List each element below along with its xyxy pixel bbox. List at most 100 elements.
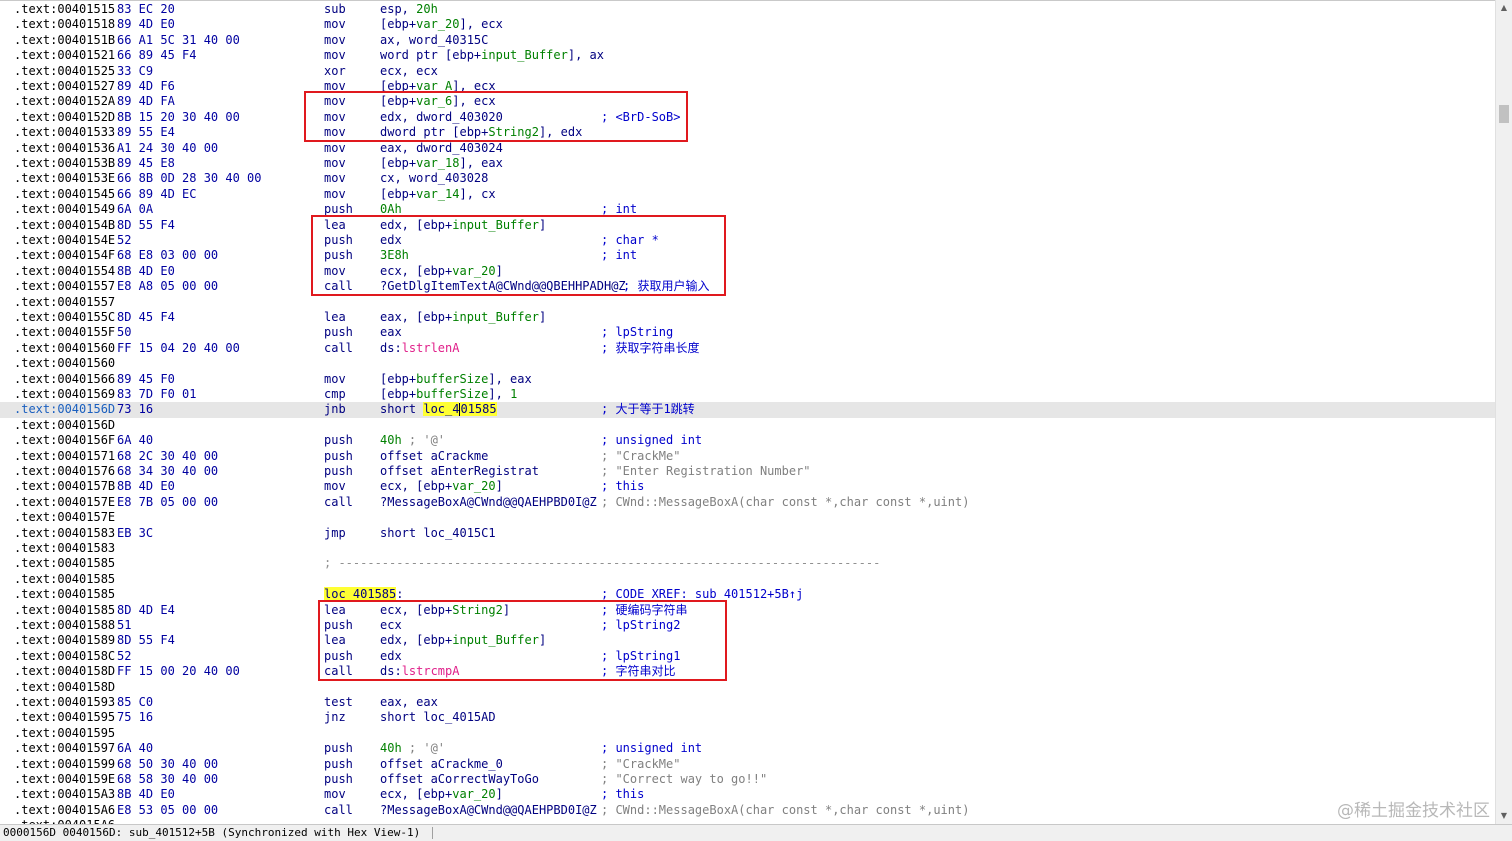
operand-part[interactable]: String2 bbox=[452, 603, 503, 617]
code-line[interactable]: .text:00401557 bbox=[0, 295, 1495, 310]
address[interactable]: .text:00401571 bbox=[14, 449, 115, 464]
operand-part[interactable]: edx, [ebp+ bbox=[380, 218, 452, 232]
operands[interactable]: offset aCrackme_0 bbox=[380, 757, 503, 772]
address[interactable]: .text:00401549 bbox=[14, 202, 115, 217]
mnemonic[interactable]: push bbox=[324, 464, 353, 479]
address[interactable]: .text:0040159E bbox=[14, 772, 115, 787]
operand-part[interactable]: var_A bbox=[416, 79, 452, 93]
code-line[interactable]: .text:0040159E 68 58 30 40 00 push offset a… bbox=[0, 772, 1495, 787]
operand-part[interactable]: edx, dword_403020 bbox=[380, 110, 503, 124]
operands[interactable]: 3E8h bbox=[380, 248, 409, 263]
code-line[interactable]: .text:00401533 89 55 E4 mov dword ptr [ebp+… bbox=[0, 125, 1495, 140]
code-line[interactable]: .text:00401576 68 34 30 40 00 push offset a… bbox=[0, 464, 1495, 479]
operand-part[interactable]: short loc_4015AD bbox=[380, 710, 496, 724]
operands[interactable]: ?MessageBoxA@CWnd@@QAEHPBD0I@Z bbox=[380, 803, 597, 818]
operand-part[interactable]: ], eax bbox=[459, 156, 502, 170]
address[interactable]: .text:0040157E bbox=[14, 510, 115, 525]
operand-part[interactable]: edx bbox=[380, 233, 402, 247]
operand-part[interactable]: var_14 bbox=[416, 187, 459, 201]
operand-part[interactable]: ecx, [ebp+ bbox=[380, 264, 452, 278]
operand-part[interactable]: ds: bbox=[380, 341, 402, 355]
code-line[interactable]: .text:00401545 66 89 4D EC mov [ebp+var_14]… bbox=[0, 187, 1495, 202]
mnemonic[interactable]: call bbox=[324, 279, 353, 294]
code-line[interactable]: .text:00401515 83 EC 20 sub esp, 20h bbox=[0, 2, 1495, 17]
code-line[interactable]: .text:0040156D 73 16 jnb short loc_401585 ; … bbox=[0, 402, 1495, 418]
mnemonic[interactable]: mov bbox=[324, 264, 346, 279]
mnemonic[interactable]: mov bbox=[324, 787, 346, 802]
mnemonic[interactable]: mov bbox=[324, 17, 346, 32]
operand-part[interactable]: ds: bbox=[380, 664, 402, 678]
operands[interactable]: eax, dword_403024 bbox=[380, 141, 503, 156]
operands[interactable]: short loc_4015AD bbox=[380, 710, 496, 725]
code-line[interactable]: .text:00401518 89 4D E0 mov [ebp+var_20], e… bbox=[0, 17, 1495, 32]
operand-part[interactable]: input_Buffer bbox=[452, 218, 539, 232]
code-line[interactable]: .text:00401595 75 16 jnz short loc_4015AD bbox=[0, 710, 1495, 725]
operand-part[interactable]: ecx bbox=[380, 618, 402, 632]
code-line[interactable]: .text:0040152A 89 4D FA mov [ebp+var_6], ec… bbox=[0, 94, 1495, 109]
code-label[interactable]: loc_401585: bbox=[324, 587, 403, 602]
operand-part[interactable]: var_6 bbox=[416, 94, 452, 108]
operand-part[interactable]: var_20 bbox=[416, 17, 459, 31]
operands[interactable]: [ebp+var_14], cx bbox=[380, 187, 496, 202]
operands[interactable]: 0Ah bbox=[380, 202, 402, 217]
mnemonic[interactable]: mov bbox=[324, 110, 346, 125]
code-line[interactable]: .text:0040158D FF 15 00 20 40 00 call ds:ls… bbox=[0, 664, 1495, 679]
operand-part[interactable]: ] bbox=[496, 264, 503, 278]
code-line[interactable]: .text:00401554 8B 4D E0 mov ecx, [ebp+var_2… bbox=[0, 264, 1495, 279]
address[interactable]: .text:00401595 bbox=[14, 710, 115, 725]
mnemonic[interactable]: mov bbox=[324, 372, 346, 387]
code-line[interactable]: .text:0040151B 66 A1 5C 31 40 00 mov ax, wo… bbox=[0, 33, 1495, 48]
operand-part[interactable]: input_Buffer bbox=[481, 48, 568, 62]
code-line[interactable]: .text:00401585 bbox=[0, 572, 1495, 587]
operand-part[interactable]: dword ptr [ebp+ bbox=[380, 125, 488, 139]
operands[interactable]: edx bbox=[380, 649, 402, 664]
vertical-scrollbar[interactable]: ▲ ▼ bbox=[1495, 0, 1512, 824]
operand-part[interactable]: 01585 bbox=[460, 402, 497, 417]
code-line[interactable]: .text:00401583 EB 3C jmp short loc_4015C1 bbox=[0, 526, 1495, 541]
operands[interactable]: short loc_4015C1 bbox=[380, 526, 496, 541]
operand-part[interactable]: offset aEnterRegistrat bbox=[380, 464, 539, 478]
code-line[interactable]: .text:00401585 8D 4D E4 lea ecx, [ebp+Strin… bbox=[0, 603, 1495, 618]
code-line[interactable]: .text:00401583 bbox=[0, 541, 1495, 556]
operands[interactable]: cx, word_403028 bbox=[380, 171, 488, 186]
label-name[interactable]: loc_401585 bbox=[324, 587, 397, 602]
scroll-thumb[interactable] bbox=[1499, 105, 1509, 123]
operand-part[interactable]: 20h bbox=[416, 2, 438, 16]
mnemonic[interactable]: lea bbox=[324, 310, 346, 325]
address[interactable]: .text:0040153B bbox=[14, 156, 115, 171]
address[interactable]: .text:00401560 bbox=[14, 356, 115, 371]
code-line[interactable]: .text:00401549 6A 0A push 0Ah ; int bbox=[0, 202, 1495, 217]
address[interactable]: .text:00401569 bbox=[14, 387, 115, 402]
address[interactable]: .text:0040157E bbox=[14, 495, 115, 510]
mnemonic[interactable]: call bbox=[324, 803, 353, 818]
code-line[interactable]: .text:0040157E bbox=[0, 510, 1495, 525]
operand-part[interactable]: [ebp+ bbox=[380, 156, 416, 170]
mnemonic[interactable]: push bbox=[324, 325, 353, 340]
address[interactable]: .text:00401583 bbox=[14, 541, 115, 556]
code-line[interactable]: .text:0040153B 89 45 E8 mov [ebp+var_18], e… bbox=[0, 156, 1495, 171]
operands[interactable]: [ebp+bufferSize], eax bbox=[380, 372, 532, 387]
code-line[interactable]: .text:0040152D 8B 15 20 30 40 00 mov edx, d… bbox=[0, 110, 1495, 125]
code-line[interactable]: .text:00401589 8D 55 F4 lea edx, [ebp+input… bbox=[0, 633, 1495, 648]
operand-part[interactable]: [ebp+ bbox=[380, 79, 416, 93]
operands[interactable]: ecx, [ebp+var_20] bbox=[380, 479, 503, 494]
mnemonic[interactable]: mov bbox=[324, 156, 346, 171]
operand-part[interactable]: short loc_4015C1 bbox=[380, 526, 496, 540]
code-line[interactable]: .text:00401593 85 C0 test eax, eax bbox=[0, 695, 1495, 710]
address[interactable]: .text:00401521 bbox=[14, 48, 115, 63]
code-line[interactable]: .text:00401566 89 45 F0 mov [ebp+bufferSize… bbox=[0, 372, 1495, 387]
operands[interactable]: 40h ; '@' bbox=[380, 741, 445, 756]
address[interactable]: .text:00401533 bbox=[14, 125, 115, 140]
operands[interactable]: eax, eax bbox=[380, 695, 438, 710]
mnemonic[interactable]: jmp bbox=[324, 526, 346, 541]
operand-part[interactable]: ] bbox=[539, 218, 546, 232]
operand-part[interactable]: offset aCrackme bbox=[380, 449, 488, 463]
operand-part[interactable]: [ebp+ bbox=[380, 17, 416, 31]
address[interactable]: .text:0040155F bbox=[14, 325, 115, 340]
operands[interactable]: eax bbox=[380, 325, 402, 340]
address[interactable]: .text:00401566 bbox=[14, 372, 115, 387]
address[interactable]: .text:00401527 bbox=[14, 79, 115, 94]
operands[interactable]: ecx, ecx bbox=[380, 64, 438, 79]
operand-part[interactable]: edx, [ebp+ bbox=[380, 633, 452, 647]
operand-part[interactable]: ?MessageBoxA@CWnd@@QAEHPBD0I@Z bbox=[380, 803, 597, 817]
